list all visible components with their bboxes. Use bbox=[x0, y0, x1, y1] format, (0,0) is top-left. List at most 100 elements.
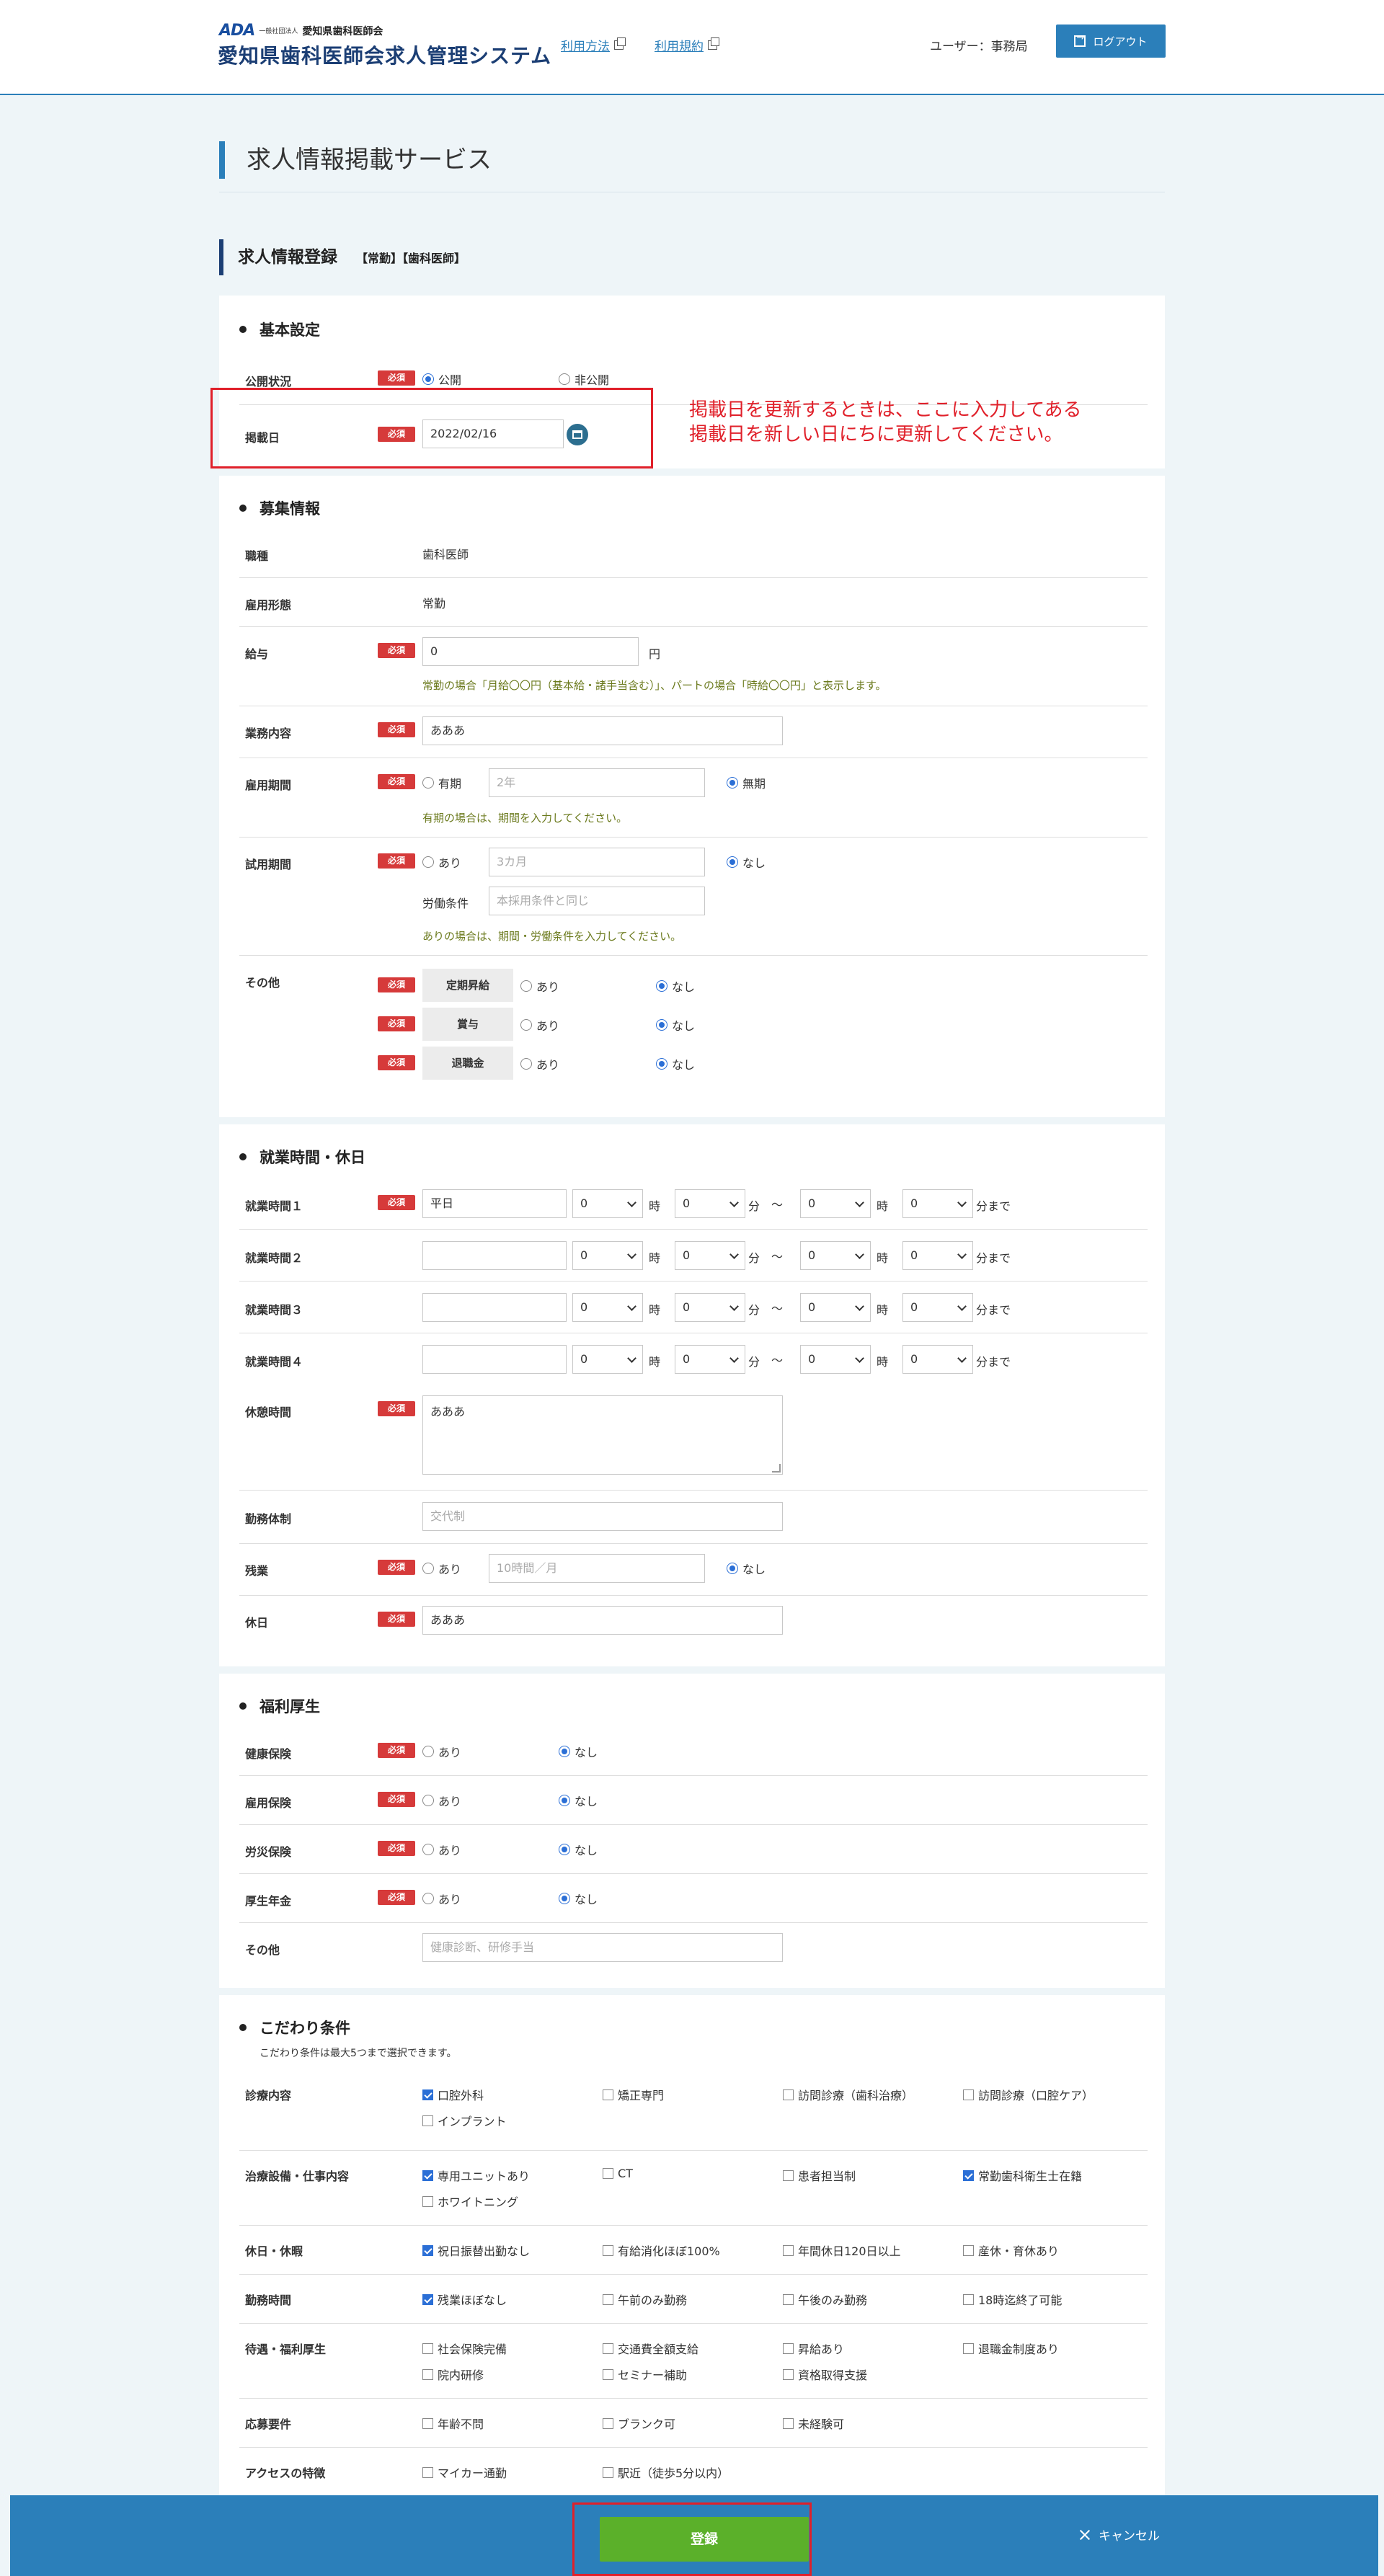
pref-checkbox[interactable]: マイカー通勤 bbox=[422, 2464, 507, 2481]
time-unit: 時 bbox=[877, 1303, 889, 1317]
pref-checkbox[interactable]: 年間休日120日以上 bbox=[783, 2242, 901, 2259]
accident-yes-radio[interactable]: あり bbox=[422, 1841, 461, 1858]
terms-link[interactable]: 利用規約 bbox=[655, 36, 719, 54]
logout-button[interactable]: ログアウト bbox=[1056, 25, 1166, 58]
hours-label-input[interactable] bbox=[422, 1293, 567, 1322]
pref-checkbox[interactable]: 未経験可 bbox=[783, 2415, 844, 2432]
pref-checkbox[interactable]: 矯正専門 bbox=[603, 2086, 664, 2103]
bonus-yes-radio[interactable]: あり bbox=[520, 1016, 559, 1034]
pref-checkbox[interactable]: CT bbox=[603, 2167, 633, 2180]
time-select[interactable]: 0 bbox=[675, 1345, 745, 1374]
time-select[interactable]: 0 bbox=[800, 1345, 871, 1374]
shift-input[interactable]: 交代制 bbox=[422, 1502, 783, 1531]
resize-handle[interactable] bbox=[772, 1464, 781, 1473]
work-input[interactable]: あああ bbox=[422, 716, 783, 745]
health-no-radio[interactable]: なし bbox=[559, 1743, 598, 1760]
pref-checkbox[interactable]: ブランク可 bbox=[603, 2415, 675, 2432]
pref-checkbox[interactable]: セミナー補助 bbox=[603, 2366, 687, 2383]
accident-no-radio[interactable]: なし bbox=[559, 1841, 598, 1858]
time-select[interactable]: 0 bbox=[572, 1345, 643, 1374]
time-select[interactable]: 0 bbox=[902, 1189, 973, 1218]
time-select[interactable]: 0 bbox=[902, 1345, 973, 1374]
overtime-no-radio[interactable]: なし bbox=[727, 1560, 766, 1577]
radio-label: なし bbox=[742, 856, 766, 870]
time-select[interactable]: 0 bbox=[675, 1189, 745, 1218]
time-select[interactable]: 0 bbox=[800, 1293, 871, 1322]
time-select[interactable]: 0 bbox=[675, 1241, 745, 1270]
pref-checkbox[interactable]: 午後のみ勤務 bbox=[783, 2291, 867, 2308]
time-select[interactable]: 0 bbox=[572, 1241, 643, 1270]
pref-checkbox[interactable]: 午前のみ勤務 bbox=[603, 2291, 687, 2308]
trial-no-radio[interactable]: なし bbox=[727, 853, 766, 871]
pref-checkbox[interactable]: 退職金制度あり bbox=[963, 2340, 1059, 2357]
pref-checkbox[interactable]: 口腔外科 bbox=[422, 2086, 484, 2103]
salary-input[interactable]: 0 bbox=[422, 637, 639, 666]
pref-checkbox[interactable]: 交通費全額支給 bbox=[603, 2340, 698, 2357]
pref-checkbox[interactable]: 訪問診療（口腔ケア） bbox=[963, 2086, 1094, 2103]
section-heading: 福利厚生 bbox=[239, 1695, 320, 1717]
time-select[interactable]: 0 bbox=[800, 1189, 871, 1218]
status-private-radio[interactable]: 非公開 bbox=[559, 370, 609, 388]
required-badge: 必須 bbox=[378, 1055, 415, 1070]
pref-checkbox[interactable]: 有給消化ほぼ100% bbox=[603, 2242, 720, 2259]
hours-label-input[interactable] bbox=[422, 1241, 567, 1270]
period-none-radio[interactable]: 無期 bbox=[727, 774, 766, 791]
pref-checkbox[interactable]: ホワイトニング bbox=[422, 2193, 518, 2210]
pref-checkbox[interactable]: 産休・育休あり bbox=[963, 2242, 1059, 2259]
period-input[interactable]: 2年 bbox=[489, 768, 705, 797]
heading-text: 募集情報 bbox=[260, 500, 320, 518]
retire-no-radio[interactable]: なし bbox=[656, 1055, 695, 1072]
pref-checkbox[interactable]: 18時迄終了可能 bbox=[963, 2291, 1062, 2308]
trial-period-input[interactable]: 3カ月 bbox=[489, 848, 705, 876]
time-select[interactable]: 0 bbox=[902, 1241, 973, 1270]
pref-checkbox[interactable]: 昇給あり bbox=[783, 2340, 844, 2357]
time-select[interactable]: 0 bbox=[675, 1293, 745, 1322]
pref-checkbox[interactable]: 資格取得支援 bbox=[783, 2366, 867, 2383]
select-value: 0 bbox=[808, 1196, 816, 1210]
employ-ins-no-radio[interactable]: なし bbox=[559, 1792, 598, 1809]
overtime-yes-radio[interactable]: あり bbox=[422, 1560, 461, 1577]
pension-yes-radio[interactable]: あり bbox=[422, 1890, 461, 1907]
usage-link[interactable]: 利用方法 bbox=[561, 36, 626, 54]
logo[interactable]: ADA 一般社団法人 愛知県歯科医師会 bbox=[219, 22, 383, 40]
health-yes-radio[interactable]: あり bbox=[422, 1743, 461, 1760]
employ-ins-yes-radio[interactable]: あり bbox=[422, 1792, 461, 1809]
cancel-button[interactable]: キャンセル bbox=[1080, 2526, 1160, 2544]
pref-checkbox[interactable]: 訪問診療（歯科治療） bbox=[783, 2086, 913, 2103]
trial-cond-input[interactable]: 本採用条件と同じ bbox=[489, 887, 705, 915]
pension-no-radio[interactable]: なし bbox=[559, 1890, 598, 1907]
overtime-input[interactable]: 10時間／月 bbox=[489, 1554, 705, 1583]
status-public-radio[interactable]: 公開 bbox=[422, 370, 461, 388]
pref-checkbox[interactable]: 常勤歯科衛生士在籍 bbox=[963, 2167, 1082, 2184]
required-badge: 必須 bbox=[378, 1890, 415, 1905]
checkbox-box bbox=[783, 2293, 794, 2305]
pref-checkbox[interactable]: 駅近（徒歩5分以内） bbox=[603, 2464, 729, 2481]
period-fixed-radio[interactable]: 有期 bbox=[422, 774, 461, 791]
trial-yes-radio[interactable]: あり bbox=[422, 853, 461, 871]
pref-checkbox[interactable]: 残業ほぼなし bbox=[422, 2291, 507, 2308]
time-select[interactable]: 0 bbox=[572, 1293, 643, 1322]
hours-label-input[interactable] bbox=[422, 1345, 567, 1374]
hours-label-input[interactable]: 平日 bbox=[422, 1189, 567, 1218]
pref-checkbox[interactable]: インプラント bbox=[422, 2112, 507, 2129]
holiday-input[interactable]: あああ bbox=[422, 1606, 783, 1635]
pref-checkbox[interactable]: 院内研修 bbox=[422, 2366, 484, 2383]
checkbox-box bbox=[422, 2293, 433, 2305]
retire-yes-radio[interactable]: あり bbox=[520, 1055, 559, 1072]
raise-yes-radio[interactable]: あり bbox=[520, 977, 559, 995]
radio-dot bbox=[559, 1746, 570, 1757]
time-select[interactable]: 0 bbox=[800, 1241, 871, 1270]
pref-checkbox[interactable]: 社会保険完備 bbox=[422, 2340, 507, 2357]
break-textarea[interactable]: あああ bbox=[422, 1395, 783, 1475]
raise-no-radio[interactable]: なし bbox=[656, 977, 695, 995]
pref-checkbox[interactable]: 祝日振替出勤なし bbox=[422, 2242, 530, 2259]
pref-checkbox[interactable]: 年齢不問 bbox=[422, 2415, 484, 2432]
pref-checkbox[interactable]: 患者担当制 bbox=[783, 2167, 856, 2184]
radio-dot bbox=[727, 777, 738, 789]
time-select[interactable]: 0 bbox=[902, 1293, 973, 1322]
welfare-other-input[interactable]: 健康診断、研修手当 bbox=[422, 1933, 783, 1962]
pref-checkbox[interactable]: 専用ユニットあり bbox=[422, 2167, 530, 2184]
time-select[interactable]: 0 bbox=[572, 1189, 643, 1218]
form-title: 求人情報登録 【常勤】【歯科医師】 bbox=[219, 239, 466, 275]
bonus-no-radio[interactable]: なし bbox=[656, 1016, 695, 1034]
